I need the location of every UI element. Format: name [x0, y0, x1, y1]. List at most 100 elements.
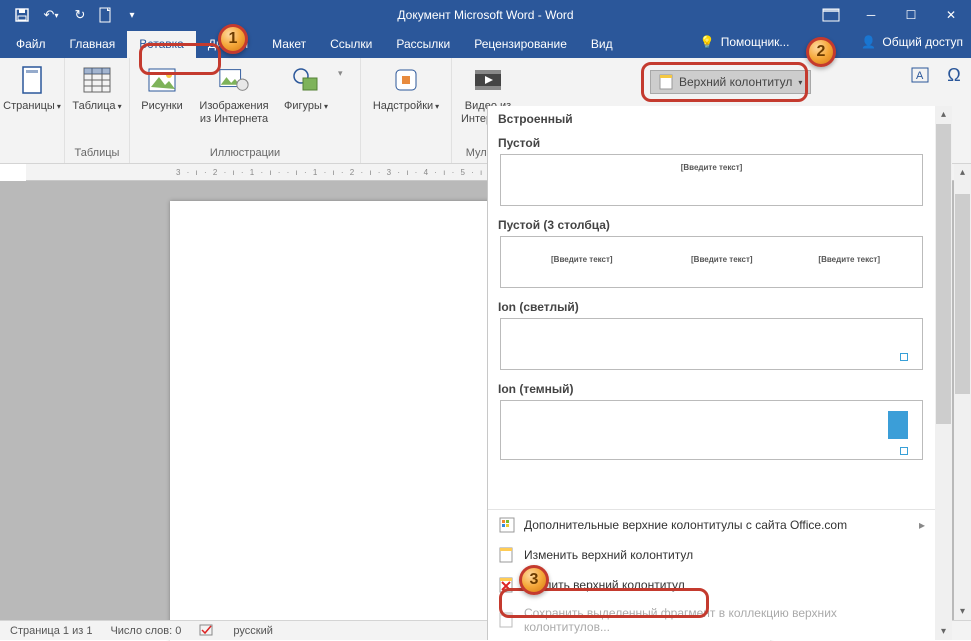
placeholder-text: [Введите текст]	[691, 255, 753, 264]
ion-accent-block	[888, 411, 908, 439]
table-label: Таблица	[72, 100, 121, 112]
scroll-up-icon[interactable]: ▴	[954, 164, 971, 181]
tab-home[interactable]: Главная	[58, 31, 128, 58]
ribbon-right-icons: A Ω	[909, 64, 965, 86]
group-addins: Надстройки	[361, 58, 452, 163]
video-icon	[472, 64, 504, 96]
shapes-icon	[290, 64, 322, 96]
header-icon	[659, 74, 673, 90]
gallery-scrollbar[interactable]: ▴ ▾	[935, 106, 952, 640]
status-page[interactable]: Страница 1 из 1	[10, 625, 92, 637]
smartart-col[interactable]: ▾	[338, 64, 354, 79]
save-selection-icon	[498, 611, 516, 629]
gallery-item-blank[interactable]: [Введите текст]	[500, 154, 923, 206]
undo-icon[interactable]: ↶▾	[36, 3, 66, 27]
header-dropdown-button[interactable]: Верхний колонтитул ▾	[650, 70, 811, 94]
quick-access-toolbar: ↶▾ ↻ ▾	[0, 0, 144, 30]
addins-label: Надстройки	[373, 100, 439, 112]
minimize-button[interactable]: ─	[851, 0, 891, 30]
table-icon	[81, 64, 113, 96]
gallery-save-label: Сохранить выделенный фрагмент в коллекци…	[524, 606, 925, 634]
online-pictures-icon	[218, 64, 250, 96]
close-button[interactable]: ✕	[931, 0, 971, 30]
table-button[interactable]: Таблица	[71, 64, 123, 112]
vertical-scrollbar[interactable]: ▴ ▾	[954, 164, 971, 620]
tellme-icon[interactable]: 💡	[700, 35, 715, 49]
maximize-button[interactable]: ☐	[891, 0, 931, 30]
scroll-up-icon[interactable]: ▴	[935, 106, 952, 123]
pictures-label: Рисунки	[141, 100, 183, 112]
remove-header-icon	[498, 576, 516, 594]
group-pages: Страницы	[0, 58, 65, 163]
office-icon	[498, 516, 516, 534]
tab-review[interactable]: Рецензирование	[462, 31, 579, 58]
edit-header-icon	[498, 546, 516, 564]
gallery-save-selection[interactable]: Сохранить выделенный фрагмент в коллекци…	[488, 600, 935, 640]
ion-page-number-icon	[900, 353, 908, 361]
ribbon-options-icon[interactable]	[811, 0, 851, 30]
tab-tellme[interactable]: Помощник...	[721, 35, 790, 49]
callout-marker-1: 1	[218, 24, 248, 54]
save-icon[interactable]	[10, 3, 34, 27]
scroll-down-icon[interactable]: ▾	[954, 603, 971, 620]
header-gallery: Встроенный Пустой [Введите текст] Пустой…	[487, 106, 952, 640]
window-controls: ─ ☐ ✕	[811, 0, 971, 30]
tab-share[interactable]: Общий доступ	[882, 35, 963, 49]
online-pictures-label-2: из Интернета	[200, 113, 268, 125]
spellcheck-icon[interactable]	[199, 624, 215, 638]
gallery-scroll-thumb[interactable]	[936, 124, 951, 424]
tab-view[interactable]: Вид	[579, 31, 625, 58]
gallery-item-ion-dark[interactable]	[500, 400, 923, 460]
callout-marker-2: 2	[806, 37, 836, 67]
placeholder-text: [Введите текст]	[681, 163, 743, 172]
placeholder-text: [Введите текст]	[551, 255, 613, 264]
group-label-pages	[6, 159, 58, 161]
gallery-item-title-ion-dark: Ion (темный)	[488, 376, 935, 400]
addins-icon	[390, 64, 422, 96]
gallery-edit-label: Изменить верхний колонтитул	[524, 548, 693, 562]
group-label-tables: Таблицы	[71, 147, 123, 161]
pages-button[interactable]: Страницы	[6, 64, 58, 112]
group-tables: Таблица Таблицы	[65, 58, 130, 163]
scrollbar-thumb[interactable]	[955, 194, 970, 394]
callout-marker-3: 3	[519, 565, 549, 595]
redo-icon[interactable]: ↻	[68, 3, 92, 27]
textbox-icon[interactable]: A	[909, 64, 931, 86]
group-label-addins	[367, 159, 445, 161]
gallery-more-label: Дополнительные верхние колонтитулы с сай…	[524, 518, 847, 532]
online-pictures-label-1: Изображения	[199, 100, 268, 112]
gallery-remove-header[interactable]: Удалить верхний колонтитул	[488, 570, 935, 600]
gallery-item-title-ion-light: Ion (светлый)	[488, 294, 935, 318]
svg-text:A: A	[916, 70, 924, 82]
addins-button[interactable]: Надстройки	[367, 64, 445, 112]
shapes-label: Фигуры	[284, 100, 328, 112]
gallery-edit-header[interactable]: Изменить верхний колонтитул	[488, 540, 935, 570]
status-language[interactable]: русский	[233, 625, 272, 637]
shapes-button[interactable]: Фигуры	[280, 64, 332, 112]
gallery-footer: Дополнительные верхние колонтитулы с сай…	[488, 509, 935, 640]
pages-label: Страницы	[3, 100, 61, 112]
new-doc-icon[interactable]	[94, 3, 118, 27]
gallery-item-3col[interactable]: [Введите текст] [Введите текст] [Введите…	[500, 236, 923, 288]
tab-references[interactable]: Ссылки	[318, 31, 384, 58]
online-pictures-button[interactable]: Изображения из Интернета	[194, 64, 274, 125]
group-illustrations: Рисунки Изображения из Интернета Фигуры …	[130, 58, 361, 163]
tab-insert[interactable]: Вставка	[127, 31, 196, 58]
share-icon[interactable]: 👤	[861, 35, 876, 49]
pictures-button[interactable]: Рисунки	[136, 64, 188, 112]
placeholder-text: [Введите текст]	[818, 255, 880, 264]
group-label-illustrations: Иллюстрации	[136, 147, 354, 161]
qat-customize-icon[interactable]: ▾	[120, 3, 144, 27]
pictures-icon	[146, 64, 178, 96]
gallery-item-ion-light[interactable]	[500, 318, 923, 370]
tab-file[interactable]: Файл	[4, 31, 58, 58]
gallery-more-office[interactable]: Дополнительные верхние колонтитулы с сай…	[488, 510, 935, 540]
gallery-item-title-blank: Пустой	[488, 130, 935, 154]
tab-layout[interactable]: Макет	[260, 31, 318, 58]
tab-mailings[interactable]: Рассылки	[384, 31, 462, 58]
gallery-section-builtin: Встроенный	[488, 106, 935, 130]
ion-page-number-icon	[900, 447, 908, 455]
symbol-omega-icon[interactable]: Ω	[943, 64, 965, 86]
scroll-down-icon[interactable]: ▾	[935, 623, 952, 640]
status-words[interactable]: Число слов: 0	[110, 625, 181, 637]
